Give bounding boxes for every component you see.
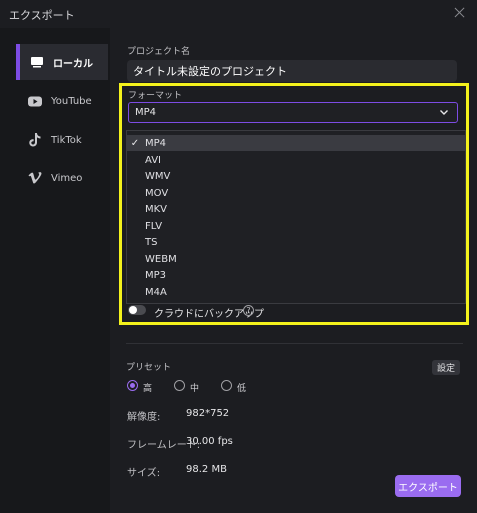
cloud-backup-toggle[interactable] bbox=[128, 305, 146, 315]
format-label: フォーマット bbox=[128, 91, 183, 101]
format-option-webm[interactable]: WEBM bbox=[127, 251, 465, 267]
preset-low-label: 低 bbox=[237, 384, 247, 394]
sidebar-item-label: TikTok bbox=[51, 134, 82, 146]
sidebar-item-label: YouTube bbox=[51, 95, 92, 107]
format-option-ts[interactable]: TS bbox=[127, 234, 465, 250]
preset-low-radio[interactable] bbox=[221, 380, 232, 391]
window-title: エクスポート bbox=[9, 9, 75, 22]
format-option-avi[interactable]: AVI bbox=[127, 152, 465, 168]
sidebar-item-local[interactable]: ローカル bbox=[16, 44, 108, 80]
format-option-mov[interactable]: MOV bbox=[127, 185, 465, 201]
filesize-label: サイズ: bbox=[127, 468, 161, 479]
monitor-icon bbox=[29, 54, 45, 70]
sidebar-item-vimeo[interactable]: Vimeo bbox=[17, 160, 107, 196]
format-dropdown-list: ✓ MP4 AVI WMV MOV MKV FLV TS WEBM MP3 M4… bbox=[126, 130, 466, 304]
project-name-field[interactable]: タイトル未設定のプロジェクト bbox=[127, 60, 457, 82]
youtube-icon bbox=[27, 93, 43, 109]
help-icon[interactable]: ? bbox=[243, 305, 254, 316]
export-button[interactable]: エクスポート bbox=[395, 475, 461, 497]
format-option-mkv[interactable]: MKV bbox=[127, 201, 465, 217]
sidebar: ローカル YouTube TikTok Vimeo bbox=[0, 28, 110, 513]
vimeo-icon bbox=[27, 170, 43, 186]
preset-label: プリセット bbox=[126, 363, 172, 373]
title-bar: エクスポート bbox=[0, 0, 477, 28]
check-icon: ✓ bbox=[130, 137, 140, 149]
preset-medium-radio[interactable] bbox=[174, 380, 185, 391]
close-icon[interactable] bbox=[453, 6, 467, 20]
format-option-flv[interactable]: FLV bbox=[127, 218, 465, 234]
resolution-value: 982*752 bbox=[186, 408, 230, 419]
format-option-mp3[interactable]: MP3 bbox=[127, 267, 465, 283]
sidebar-item-label: Vimeo bbox=[51, 172, 83, 184]
framerate-value: 30.00 fps bbox=[186, 436, 233, 447]
format-select[interactable]: MP4 bbox=[128, 102, 458, 123]
project-name-label: プロジェクト名 bbox=[127, 47, 191, 57]
sidebar-item-youtube[interactable]: YouTube bbox=[17, 83, 107, 119]
resolution-label: 解像度: bbox=[127, 412, 161, 423]
tiktok-icon bbox=[27, 132, 43, 148]
format-option-mp4[interactable]: ✓ MP4 bbox=[127, 135, 465, 151]
format-option-wmv[interactable]: WMV bbox=[127, 168, 465, 184]
chevron-down-icon bbox=[439, 107, 449, 117]
preset-medium-label: 中 bbox=[190, 384, 200, 394]
sidebar-item-label: ローカル bbox=[53, 58, 93, 70]
filesize-value: 98.2 MB bbox=[186, 464, 227, 475]
preset-high-radio[interactable] bbox=[127, 380, 138, 391]
preset-high-label: 高 bbox=[143, 384, 153, 394]
format-selected-value: MP4 bbox=[135, 107, 157, 118]
section-divider bbox=[126, 343, 463, 344]
format-option-m4a[interactable]: M4A bbox=[127, 284, 465, 300]
preset-settings-button[interactable]: 設定 bbox=[432, 360, 460, 375]
sidebar-item-tiktok[interactable]: TikTok bbox=[17, 122, 107, 158]
